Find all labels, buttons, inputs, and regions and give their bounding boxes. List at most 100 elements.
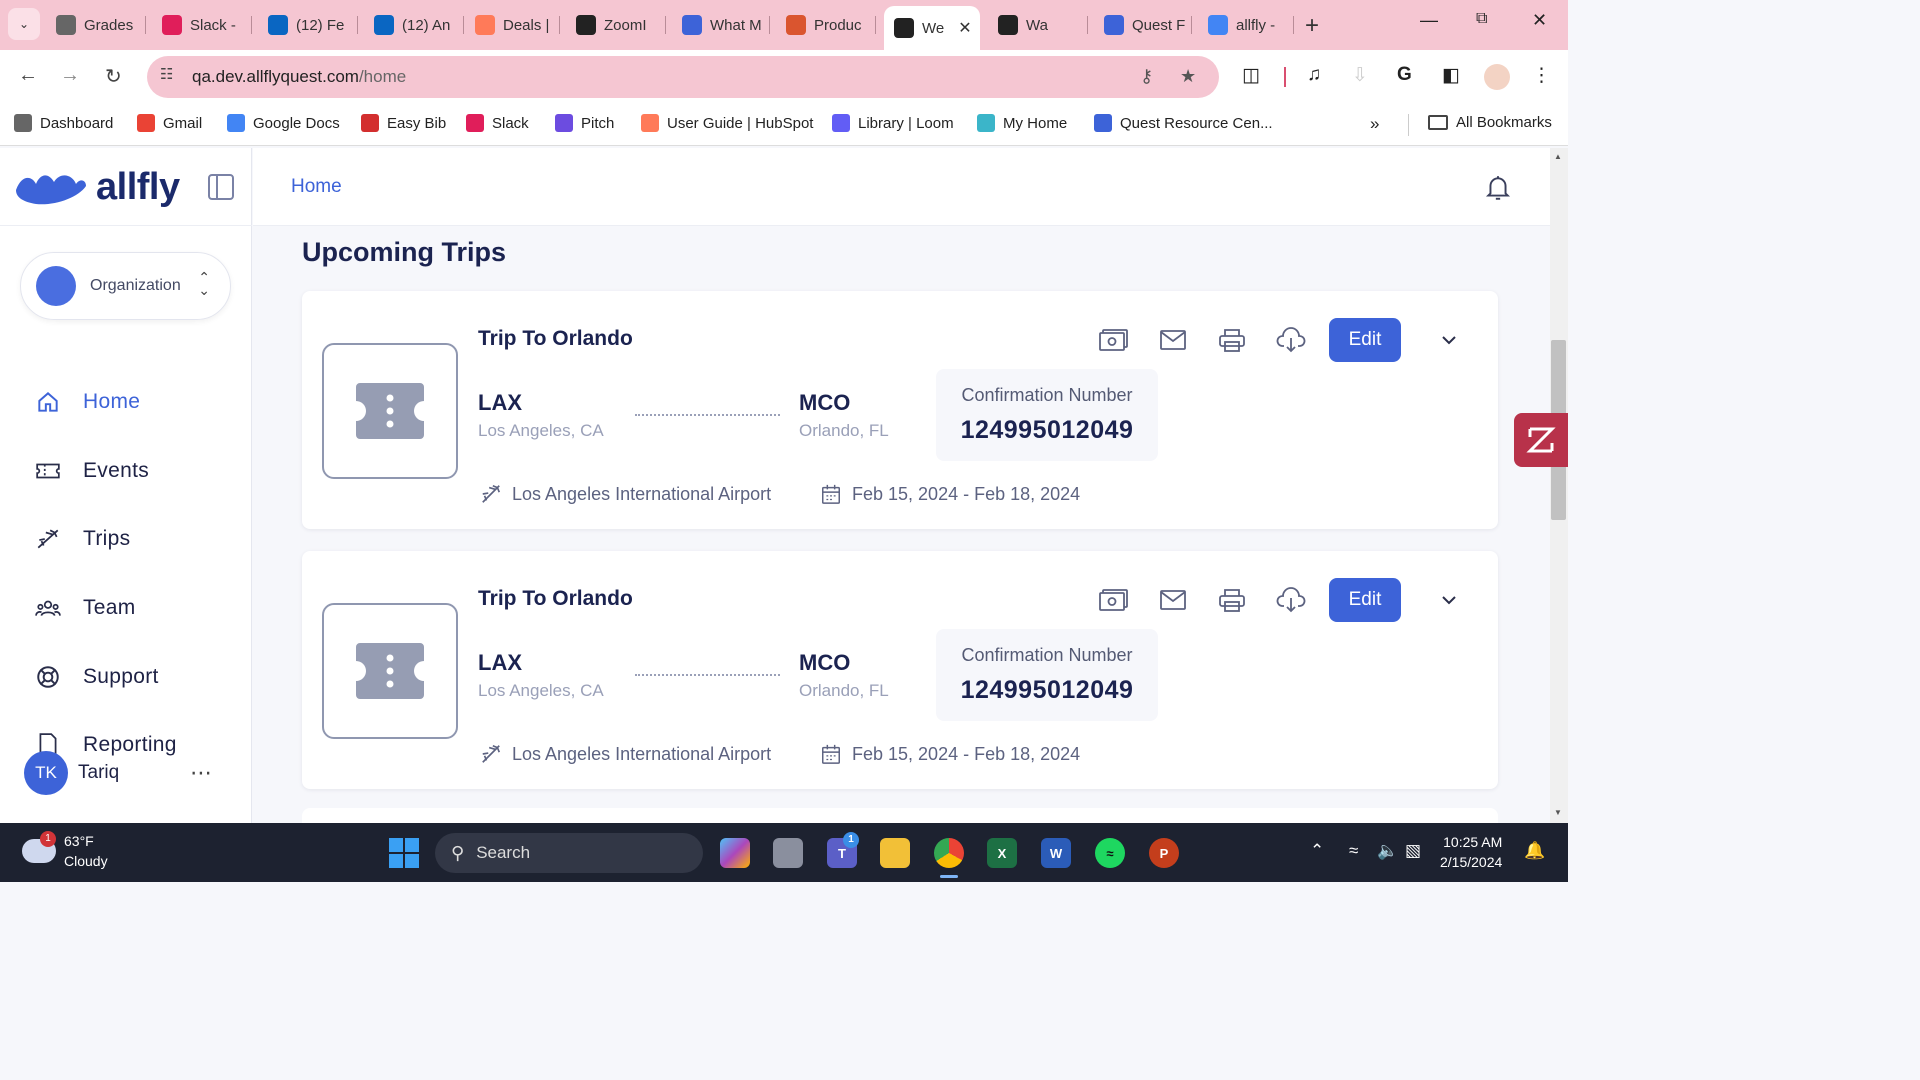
excel-icon[interactable]: X (987, 838, 1017, 868)
grammarly-icon[interactable]: G (1397, 64, 1412, 86)
print-icon[interactable] (1217, 587, 1247, 613)
email-icon[interactable] (1158, 327, 1188, 353)
money-icon[interactable] (1099, 587, 1129, 613)
browser-tab[interactable]: We ✕ (884, 6, 980, 50)
bookmark-item[interactable]: Slack (466, 114, 529, 132)
teams-icon[interactable]: T 1 (827, 832, 859, 868)
myhome-favicon-icon (977, 114, 995, 132)
email-icon[interactable] (1158, 587, 1188, 613)
bookmark-item[interactable]: Easy Bib (361, 114, 446, 132)
sidebar-item-events[interactable]: Events (35, 458, 149, 484)
bookmark-item[interactable]: Google Docs (227, 114, 340, 132)
print-icon[interactable] (1217, 327, 1247, 353)
user-profile[interactable]: TK Tariq (24, 751, 119, 795)
extensions-icon[interactable]: ◫ (1242, 64, 1260, 87)
browser-tab[interactable]: Produc (776, 6, 876, 44)
chevron-down-icon[interactable] (1438, 589, 1460, 611)
browser-tab[interactable]: (12) An (364, 6, 464, 44)
powerpoint-icon[interactable]: P (1149, 838, 1179, 868)
edit-trip-button[interactable]: Edit (1329, 578, 1401, 622)
system-clock[interactable]: 10:25 AM 2/15/2024 (1440, 832, 1502, 872)
bookmark-item[interactable]: Library | Loom (832, 114, 954, 132)
cloud-download-icon[interactable] (1276, 327, 1306, 353)
trip-name[interactable]: Trip To Orlando (478, 327, 633, 351)
volume-icon[interactable]: 🔈 (1377, 841, 1398, 861)
download-icon[interactable]: ⇩ (1352, 64, 1368, 87)
password-key-icon[interactable]: ⚷ (1140, 66, 1153, 87)
chevron-down-icon[interactable] (1438, 329, 1460, 351)
back-button[interactable]: ← (18, 64, 38, 87)
browser-tab[interactable]: Quest F (1094, 6, 1192, 44)
spotify-icon[interactable]: ≈ (1095, 838, 1125, 868)
destination-code: MCO (799, 650, 851, 675)
address-bar[interactable]: qa.dev.allflyquest.com/home (147, 56, 1219, 98)
sidebar-item-team[interactable]: Team (35, 595, 136, 621)
word-icon[interactable]: W (1041, 838, 1071, 868)
user-more-icon[interactable]: ⋯ (190, 760, 214, 786)
minimize-button[interactable]: — (1420, 10, 1438, 31)
restore-button[interactable]: ⧉ (1476, 10, 1487, 28)
side-panel-icon[interactable]: ◧ (1442, 64, 1460, 87)
plane-icon (482, 744, 501, 763)
battery-icon[interactable]: ▧ (1405, 841, 1421, 861)
edit-trip-button[interactable]: Edit (1329, 318, 1401, 362)
hubspot-favicon-icon (641, 114, 659, 132)
bookmark-star-icon[interactable]: ★ (1180, 66, 1196, 87)
bookmark-item[interactable]: Dashboard (14, 114, 113, 132)
profile-avatar[interactable] (1484, 64, 1510, 90)
organization-selector[interactable]: Organization ⌃ ⌄ (20, 252, 231, 320)
browser-tab[interactable]: Wa (988, 6, 1088, 44)
forward-button[interactable]: → (60, 64, 80, 87)
zoominfo-widget-icon[interactable] (1514, 413, 1568, 467)
browser-tab[interactable]: ZoomI (566, 6, 666, 44)
close-tab-icon[interactable]: ✕ (958, 18, 971, 38)
scroll-up-icon[interactable]: ▲ (1554, 152, 1562, 161)
more-bookmarks-chevron-icon[interactable]: » (1370, 114, 1379, 134)
trip-ticket-thumbnail (322, 603, 458, 739)
media-control-icon[interactable]: ♫ (1307, 64, 1321, 86)
taskbar-search[interactable]: ⚲ Search (435, 833, 703, 873)
scroll-down-icon[interactable]: ▼ (1554, 808, 1562, 817)
browser-tab[interactable]: Slack - (152, 6, 252, 44)
allfly-logo[interactable]: allfly (14, 166, 180, 209)
windows-start-icon[interactable] (389, 838, 419, 868)
bookmark-item[interactable]: User Guide | HubSpot (641, 114, 813, 132)
cloud-download-icon[interactable] (1276, 587, 1306, 613)
browser-tab[interactable]: allfly - (1198, 6, 1294, 44)
trip-name[interactable]: Trip To Orlando (478, 587, 633, 611)
browser-tab[interactable]: Grades (46, 6, 146, 44)
tab-search-button[interactable]: ⌄ (8, 8, 40, 40)
tab-separator (875, 16, 876, 34)
weather-widget[interactable]: 1 63°F Cloudy (22, 831, 108, 871)
sidebar-item-support[interactable]: Support (35, 664, 159, 690)
sidebar-collapse-icon[interactable] (208, 174, 234, 200)
wifi-icon[interactable]: ≈ (1349, 841, 1358, 861)
file-explorer-icon[interactable] (880, 838, 910, 868)
task-view-icon[interactable] (773, 838, 803, 868)
new-tab-button[interactable]: + (1305, 12, 1319, 40)
notification-bell-icon[interactable] (1485, 174, 1511, 202)
weather-temp: 63°F (64, 833, 94, 849)
close-window-button[interactable]: ✕ (1532, 10, 1547, 31)
breadcrumb[interactable]: Home (291, 176, 342, 198)
reload-button[interactable]: ↻ (105, 64, 122, 89)
bookmark-item[interactable]: Gmail (137, 114, 202, 132)
bookmark-label: Quest Resource Cen... (1120, 114, 1273, 132)
bookmark-item[interactable]: My Home (977, 114, 1067, 132)
bookmark-item[interactable]: Pitch (555, 114, 614, 132)
browser-tab[interactable]: (12) Fe (258, 6, 358, 44)
sidebar-item-trips[interactable]: Trips (35, 526, 130, 552)
tray-overflow-icon[interactable]: ⌃ (1310, 841, 1324, 861)
browser-tab[interactable]: Deals | (465, 6, 560, 44)
browser-tab[interactable]: What M (672, 6, 770, 44)
trip-ticket-thumbnail (322, 343, 458, 479)
all-bookmarks[interactable]: All Bookmarks (1428, 114, 1552, 131)
money-icon[interactable] (1099, 327, 1129, 353)
bookmark-item[interactable]: Quest Resource Cen... (1094, 114, 1273, 132)
copilot-icon[interactable] (720, 838, 750, 868)
site-info-icon[interactable]: ☷ (160, 65, 173, 83)
browser-menu-icon[interactable]: ⋮ (1532, 64, 1551, 87)
sidebar-item-home[interactable]: Home (35, 389, 140, 415)
notification-icon[interactable]: 🔔 (1524, 841, 1545, 861)
chrome-icon[interactable] (934, 838, 964, 868)
